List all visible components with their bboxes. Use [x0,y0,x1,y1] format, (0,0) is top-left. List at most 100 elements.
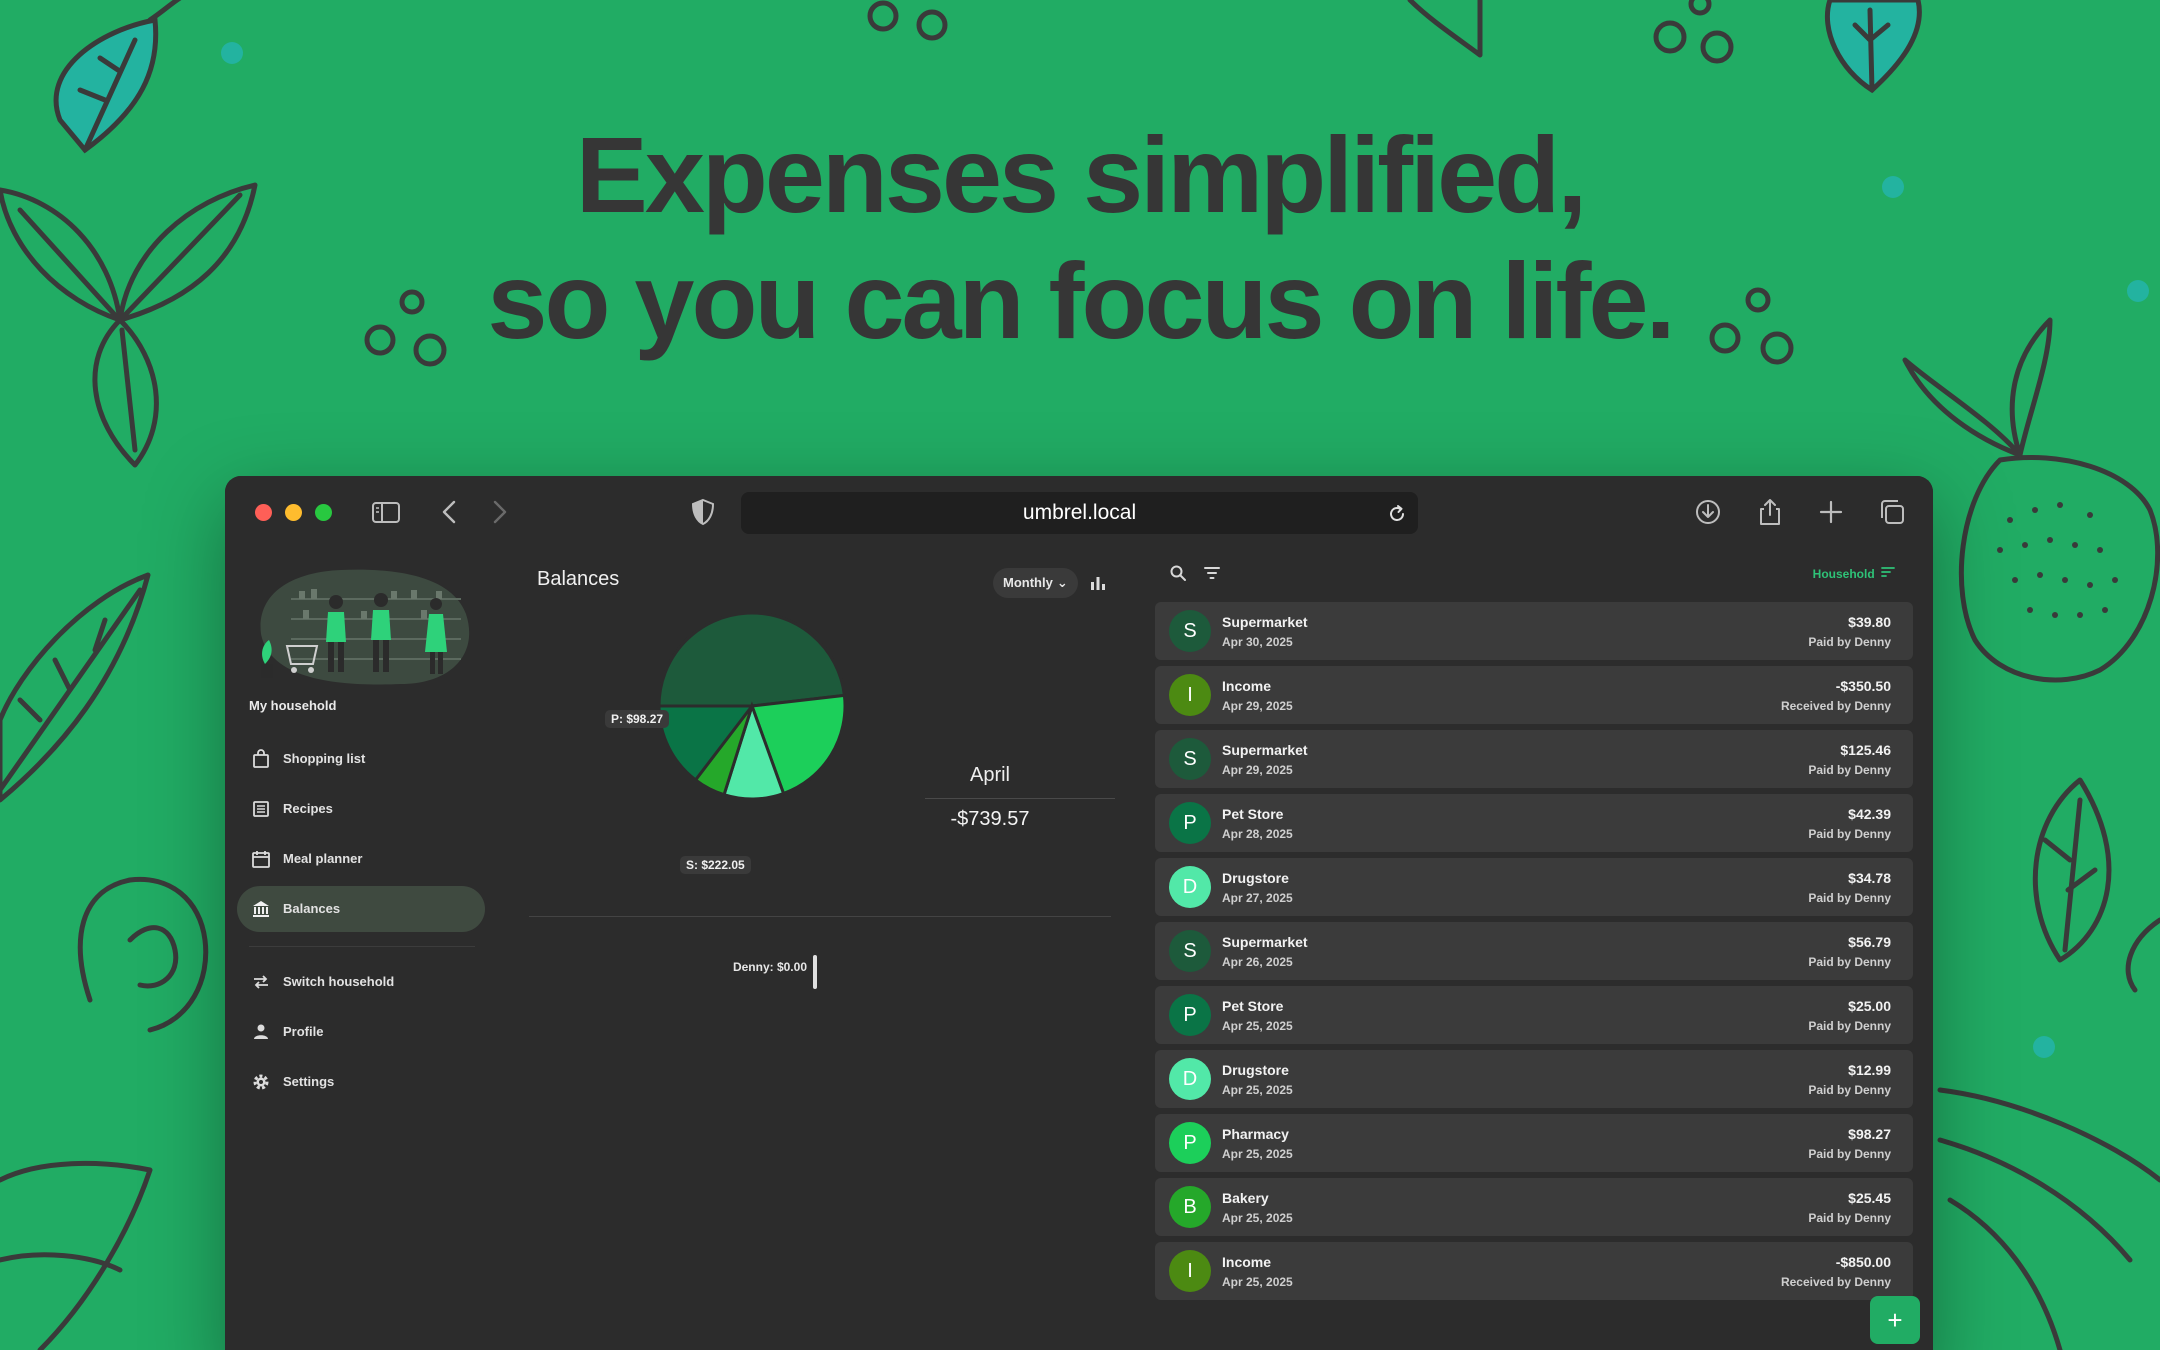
download-icon[interactable] [1692,496,1724,528]
expense-date: Apr 25, 2025 [1222,1275,1293,1289]
expense-row[interactable]: P Pet Store Apr 28, 2025 $42.39 Paid by Denn… [1155,794,1913,852]
new-tab-icon[interactable] [1815,496,1847,528]
nav-label: Balances [283,901,341,916]
expense-row[interactable]: B Bakery Apr 25, 2025 $25.45 Paid by Denny [1155,1178,1913,1236]
nav-shopping-list[interactable]: Shopping list [237,736,485,782]
expense-name: Supermarket [1222,614,1308,630]
close-window-button[interactable] [255,504,272,521]
nav-label: Settings [283,1074,335,1089]
bar-chart-icon[interactable] [1087,572,1109,594]
period-dropdown[interactable]: Monthly ⌄ [993,568,1078,598]
balances-divider [529,916,1111,917]
nav-profile[interactable]: Profile [237,1009,485,1055]
search-icon[interactable] [1169,564,1187,582]
shield-icon[interactable] [687,496,719,528]
expense-payer: Paid by Denny [1808,1211,1891,1225]
expense-amount: $12.99 [1848,1062,1891,1078]
member-balance-bar [813,955,817,989]
expense-amount: $42.39 [1848,806,1891,822]
expense-name: Pet Store [1222,998,1284,1014]
add-expense-button[interactable]: + [1870,1296,1920,1344]
expense-amount: $39.80 [1848,614,1891,630]
expense-row[interactable]: P Pet Store Apr 25, 2025 $25.00 Paid by Denn… [1155,986,1913,1044]
expense-date: Apr 25, 2025 [1222,1147,1293,1161]
nav-balances[interactable]: Balances [237,886,485,932]
expense-name: Income [1222,1254,1272,1270]
share-icon[interactable] [1754,496,1786,528]
sidebar-icon[interactable] [370,496,402,528]
expense-payer: Paid by Denny [1808,1147,1891,1161]
expense-date: Apr 29, 2025 [1222,763,1293,777]
expense-avatar: I [1169,674,1211,716]
expense-payer: Paid by Denny [1808,891,1891,905]
expense-name: Pet Store [1222,806,1284,822]
expense-payer: Received by Denny [1780,699,1891,713]
calendar-icon [251,849,271,869]
expense-name: Supermarket [1222,742,1308,758]
forward-icon[interactable] [483,496,515,528]
bank-icon [251,899,271,919]
expense-payer: Paid by Denny [1808,827,1891,841]
expense-avatar: I [1169,1250,1211,1292]
expense-date: Apr 26, 2025 [1222,955,1293,969]
zoom-window-button[interactable] [315,504,332,521]
expenses-toolbar: Household [1155,548,1915,594]
nav-label: Meal planner [283,851,363,866]
chevron-down-icon: ⌄ [1056,575,1068,590]
reload-icon[interactable] [1384,500,1410,526]
gear-icon [251,1072,271,1092]
expense-row[interactable]: I Income Apr 25, 2025 -$850.00 Received by D… [1155,1242,1913,1300]
expense-payer: Paid by Denny [1808,635,1891,649]
minimize-window-button[interactable] [285,504,302,521]
expense-row[interactable]: P Pharmacy Apr 25, 2025 $98.27 Paid by Denny [1155,1114,1913,1172]
filter-icon[interactable] [1203,564,1221,582]
back-icon[interactable] [434,496,466,528]
expense-name: Drugstore [1222,1062,1289,1078]
expense-row[interactable]: I Income Apr 29, 2025 -$350.50 Received by D… [1155,666,1913,724]
headline-line-1: Expenses simplified, [575,114,1587,235]
browser-toolbar: umbrel.local [225,476,1933,548]
nav-meal-planner[interactable]: Meal planner [237,836,485,882]
expense-name: Drugstore [1222,870,1289,886]
expense-date: Apr 25, 2025 [1222,1019,1293,1033]
expense-row[interactable]: D Drugstore Apr 27, 2025 $34.78 Paid by Denn… [1155,858,1913,916]
nav-label: Profile [283,1024,324,1039]
nav-label: Switch household [283,974,395,989]
period-label: Monthly [1003,575,1053,590]
month-divider [925,798,1115,799]
month-name: April [969,764,1010,786]
expense-row[interactable]: S Supermarket Apr 30, 2025 $39.80 Paid by De… [1155,602,1913,660]
address-bar[interactable]: umbrel.local [741,492,1418,534]
expense-payer: Paid by Denny [1808,955,1891,969]
expense-amount: $125.46 [1840,742,1891,758]
expense-amount: $25.45 [1848,1190,1891,1206]
pie-slice-0[interactable] [657,611,847,708]
expense-avatar: S [1169,610,1211,652]
expense-amount: $98.27 [1848,1126,1891,1142]
expense-name: Income [1222,678,1272,694]
pie-data-label-p: P: $98.27 [605,710,670,728]
expense-name: Bakery [1222,1190,1269,1206]
nav-label: Shopping list [283,751,366,766]
expense-row[interactable]: S Supermarket Apr 26, 2025 $56.79 Paid by De… [1155,922,1913,980]
nav-switch-household[interactable]: Switch household [237,959,485,1005]
nav-recipes[interactable]: Recipes [237,786,485,832]
expense-amount: -$350.50 [1835,678,1891,694]
household-filter[interactable]: Household [1813,566,1895,581]
pie-chart-svg [657,611,847,801]
expense-date: Apr 27, 2025 [1222,891,1293,905]
expense-row[interactable]: D Drugstore Apr 25, 2025 $12.99 Paid by Denn… [1155,1050,1913,1108]
expense-name: Pharmacy [1222,1126,1289,1142]
pie-data-label-s: S: $222.05 [680,856,751,874]
balances-title: Balances [537,568,620,590]
expense-date: Apr 30, 2025 [1222,635,1293,649]
household-filter-label: Household [1812,567,1875,581]
headline: Expenses simplified, so you can focus on… [0,112,2160,364]
browser-window: umbrel.local My household Shopping list … [225,476,1933,1350]
tabs-icon[interactable] [1876,496,1908,528]
expense-avatar: D [1169,1058,1211,1100]
nav-settings[interactable]: Settings [237,1059,485,1105]
expense-row[interactable]: S Supermarket Apr 29, 2025 $125.46 Paid by D… [1155,730,1913,788]
sort-icon [1881,566,1895,581]
household-title: My household [249,698,337,713]
